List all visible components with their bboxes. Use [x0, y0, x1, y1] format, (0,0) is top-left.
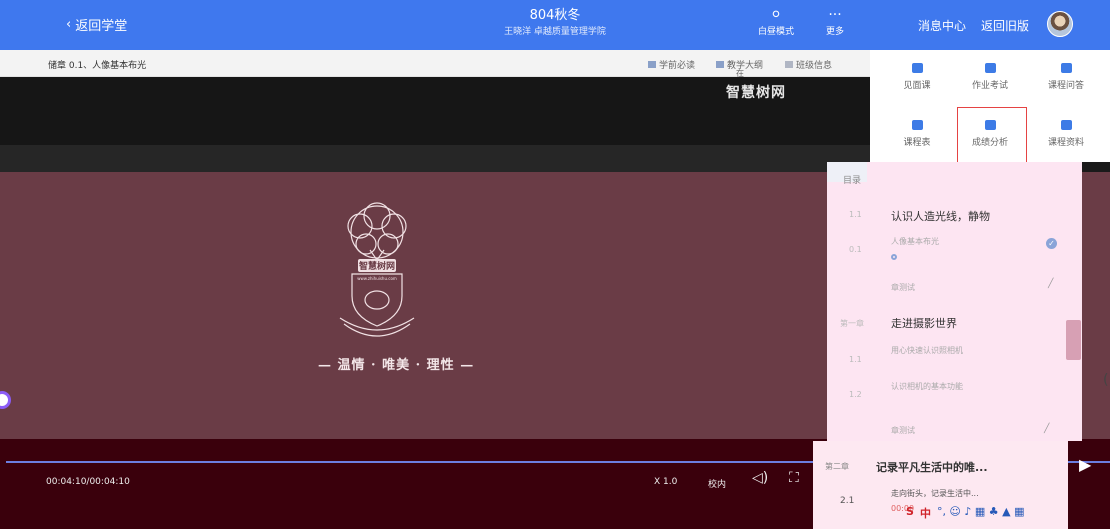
lightbulb-icon: ⚪ — [770, 7, 782, 23]
current-chapter: 储章 0.1、人像基本布光 — [48, 61, 147, 71]
course-title: 804秋冬 — [529, 8, 581, 23]
zhihuishu-logo: 智慧树网 www.zhihuishu.com — [339, 202, 415, 337]
right-arrow-icon[interactable]: ( — [1103, 372, 1108, 388]
return-old-version-link[interactable]: 返回旧版 — [981, 17, 1029, 34]
top-bar: ‹ 返回学堂 804秋冬 王晓洋 卓越质量管理学院 ⚪ 白昼模式 ··· 更多 … — [0, 0, 1110, 50]
quality-button[interactable]: 校内 — [708, 477, 726, 490]
meeting-class-button[interactable]: 见面课 — [877, 63, 957, 91]
chapter-info-bar: 储章 0.1、人像基本布光 学前必读 教学大纲 班级信息 在 — [0, 50, 870, 78]
chapter-test[interactable]: 章测试 — [891, 425, 915, 436]
chapter-test[interactable]: 章测试 — [891, 282, 915, 293]
pre-reading-link[interactable]: 学前必读 — [648, 58, 695, 71]
meeting-icon — [911, 63, 923, 73]
homework-icon — [984, 63, 996, 73]
syllabus-label: 教学大纲 — [727, 61, 764, 71]
volume-icon[interactable]: ◁) — [752, 470, 768, 486]
slogan: — 温情 · 唯美 · 理性 — — [318, 358, 475, 373]
book-icon — [648, 61, 656, 68]
pre-reading-label: 学前必读 — [659, 61, 696, 71]
course-subtitle: 王晓洋 卓越质量管理学院 — [504, 27, 606, 37]
fullscreen-icon[interactable]: ⛶ — [789, 470, 799, 486]
video-band — [0, 145, 870, 172]
lesson-item[interactable]: 走向街头，记录生活中... — [891, 488, 979, 499]
speed-button[interactable]: X 1.0 — [654, 477, 677, 487]
message-center-link[interactable]: 消息中心 — [918, 17, 966, 34]
section-num: 1.1 — [849, 210, 862, 219]
class-info-link[interactable]: 班级信息 — [785, 58, 832, 71]
schedule-label: 课程表 — [903, 138, 931, 148]
chapter-title[interactable]: 记录平凡生活中的唯... — [876, 459, 988, 475]
section-title[interactable]: 认识人造光线，静物 — [891, 208, 990, 224]
back-label: 返回学堂 — [75, 19, 128, 34]
homework-label: 作业考试 — [971, 81, 1008, 91]
chevron-left-icon: ‹ — [66, 17, 72, 32]
side-decoration — [1066, 320, 1081, 360]
lesson-num: 1.1 — [849, 355, 862, 364]
catalog-panel — [827, 162, 1082, 441]
ime-label: 中 — [919, 507, 931, 520]
lesson-num: 1.2 — [849, 390, 862, 399]
day-mode-label: 白昼模式 — [758, 27, 795, 37]
ime-tools: °, ☺ ♪ ▦ ♣ ▲ ▦ — [936, 505, 1025, 518]
more-label: 更多 — [826, 27, 845, 37]
table-icon — [911, 120, 923, 130]
catalog-head: 目录 — [843, 176, 862, 186]
lesson-item[interactable]: 认识相机的基本功能 — [891, 381, 963, 392]
lesson-item[interactable]: 用心快速认识照相机 — [891, 345, 963, 356]
lesson-num: 2.1 — [840, 496, 855, 506]
chapter-num: 第一章 — [840, 319, 864, 328]
chapter-num: 第二章 — [825, 462, 849, 471]
play-icon[interactable]: ▶ — [1079, 455, 1091, 474]
edit-icon[interactable]: ╱ — [1044, 424, 1049, 434]
course-materials-button[interactable]: 课程资料 — [1026, 120, 1106, 148]
lesson-num: 0.1 — [849, 245, 862, 254]
homework-exam-button[interactable]: 作业考试 — [950, 63, 1030, 91]
highlight-box — [957, 107, 1027, 170]
logo-url: www.zhihuishu.com — [357, 276, 397, 281]
edit-icon[interactable]: ╱ — [1048, 279, 1053, 289]
schedule-button[interactable]: 课程表 — [877, 120, 957, 148]
materials-label: 课程资料 — [1047, 138, 1084, 148]
more-button[interactable]: ··· 更多 — [826, 6, 844, 37]
class-info-label: 班级信息 — [796, 61, 833, 71]
course-qa-button[interactable]: 课程问答 — [1026, 63, 1106, 91]
video-watermark: 智慧树网 — [726, 85, 786, 101]
progress-ring-icon — [891, 254, 897, 260]
info-icon — [785, 61, 793, 68]
folder-icon — [1060, 120, 1072, 130]
meeting-label: 见面课 — [903, 81, 931, 91]
logo-text: 智慧树网 — [359, 260, 395, 272]
doc-icon — [716, 61, 724, 68]
qa-label: 课程问答 — [1047, 81, 1084, 91]
lesson-item[interactable]: 人像基本布光 — [891, 236, 939, 247]
ime-logo-icon: S — [906, 505, 914, 518]
chapter-title[interactable]: 走进摄影世界 — [891, 315, 957, 331]
ime-toolbar[interactable]: S 中 °, ☺ ♪ ▦ ♣ ▲ ▦ — [906, 505, 1025, 521]
more-dots-icon: ··· — [828, 7, 842, 23]
check-icon: ✓ — [1046, 238, 1057, 249]
back-to-school-button[interactable]: ‹ 返回学堂 — [66, 15, 127, 34]
day-mode-button[interactable]: ⚪ 白昼模式 — [758, 6, 794, 37]
time-display: 00:04:10/00:04:10 — [46, 477, 130, 487]
avatar[interactable] — [1047, 11, 1073, 37]
chat-icon — [1060, 63, 1072, 73]
course-header: 804秋冬 王晓洋 卓越质量管理学院 — [480, 7, 630, 39]
